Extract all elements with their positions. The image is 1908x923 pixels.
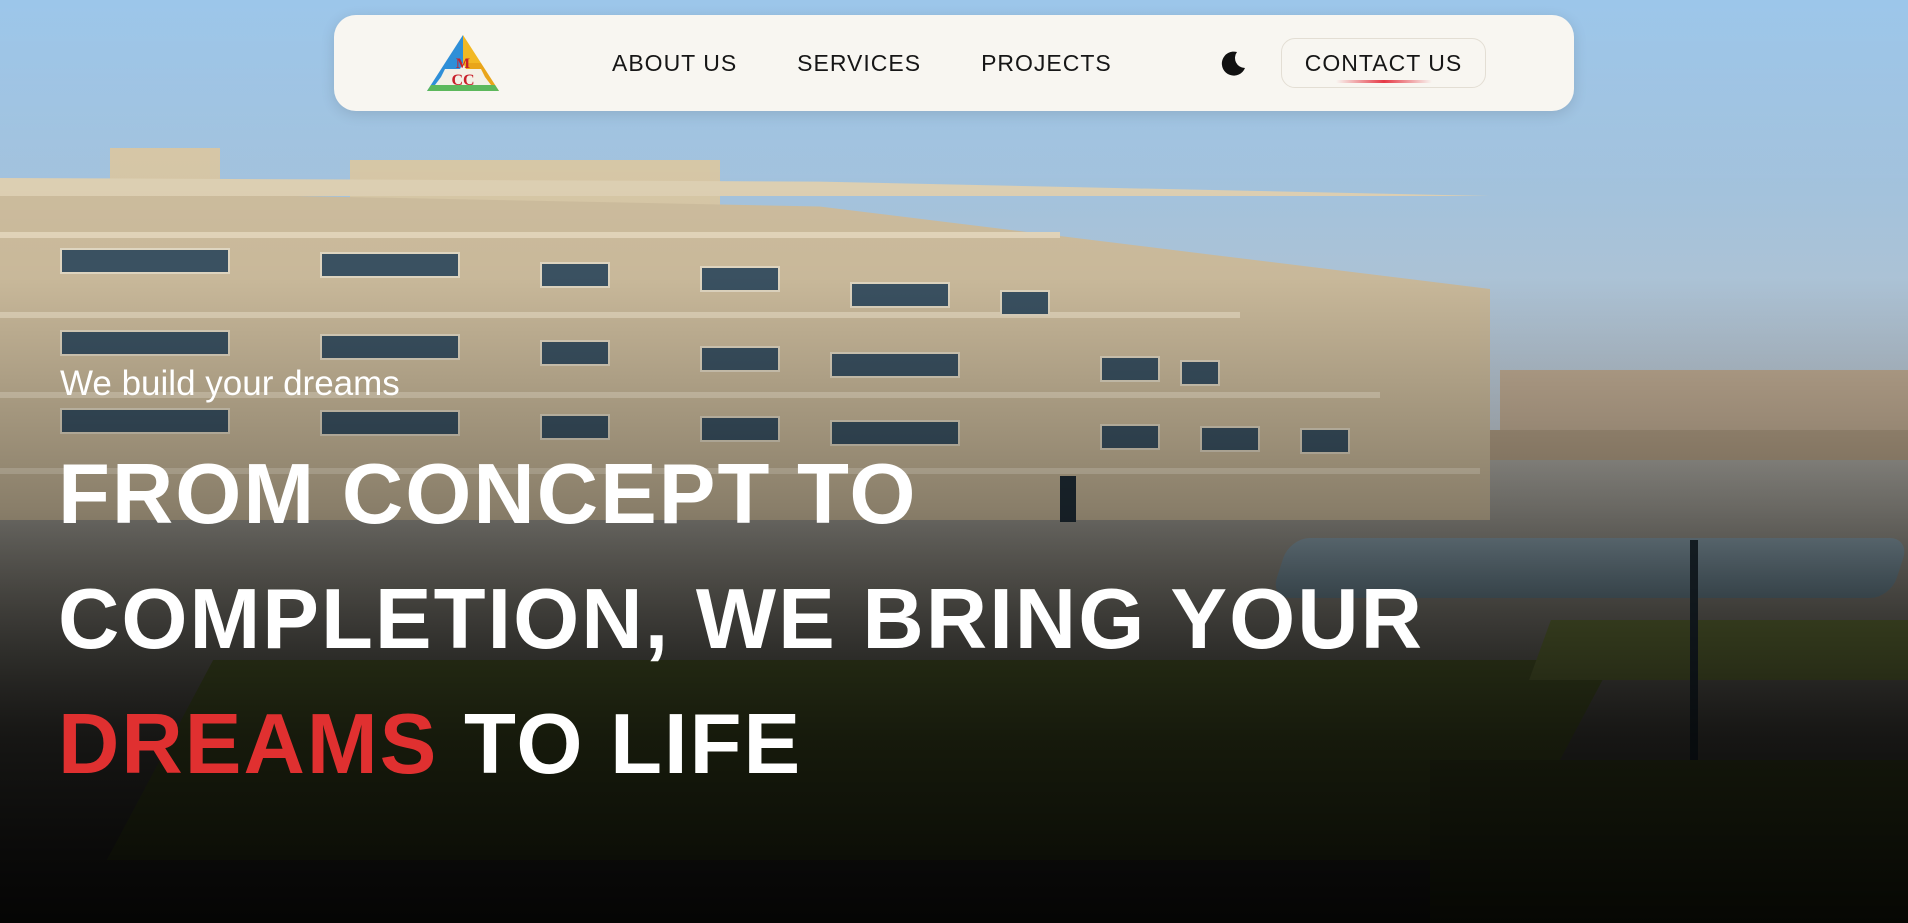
headline-highlight: DREAMS — [58, 697, 439, 792]
hero-tagline: We build your dreams — [60, 364, 400, 403]
mcc-logo[interactable]: M CC — [425, 33, 501, 93]
nav-link-about-us[interactable]: ABOUT US — [612, 50, 737, 77]
svg-text:CC: CC — [451, 72, 474, 89]
headline-line-2: COMPLETION, WE BRING YOUR — [58, 572, 1424, 667]
nav-link-projects[interactable]: PROJECTS — [981, 50, 1112, 77]
nav-links: ABOUT US SERVICES PROJECTS — [612, 15, 1112, 111]
moon-icon — [1221, 51, 1245, 76]
navbar: M CC ABOUT US SERVICES PROJECTS CONTACT … — [334, 15, 1574, 111]
contact-us-button[interactable]: CONTACT US — [1281, 38, 1486, 88]
hero-headline: FROM CONCEPT TO COMPLETION, WE BRING YOU… — [58, 432, 1558, 807]
headline-line-1: FROM CONCEPT TO — [58, 447, 918, 542]
contact-us-label: CONTACT US — [1304, 49, 1463, 76]
mcc-logo-icon: M CC — [427, 35, 499, 91]
contact-underline-accent — [1335, 80, 1432, 83]
theme-toggle-button[interactable] — [1218, 49, 1248, 79]
headline-line-3: TO LIFE — [438, 697, 803, 792]
svg-text:M: M — [456, 56, 470, 72]
nav-link-services[interactable]: SERVICES — [797, 50, 921, 77]
